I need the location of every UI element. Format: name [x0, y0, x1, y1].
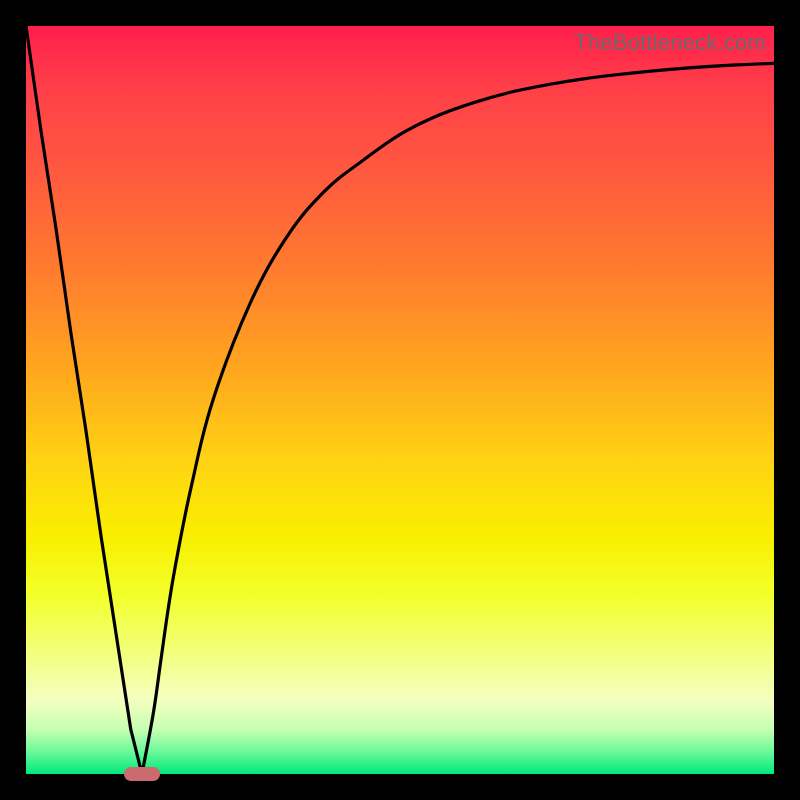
chart-frame: TheBottleneck.com [0, 0, 800, 800]
plot-area: TheBottleneck.com [26, 26, 774, 774]
bottleneck-curve [26, 26, 774, 774]
optimum-marker [124, 767, 160, 781]
